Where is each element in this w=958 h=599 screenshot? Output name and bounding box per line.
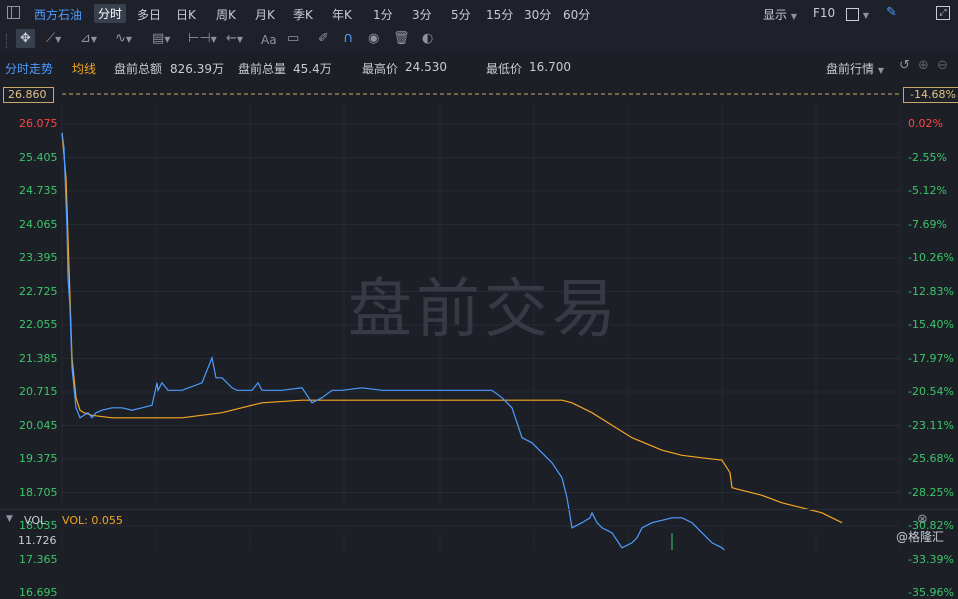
price-tick-label: 25.405 bbox=[19, 150, 58, 164]
pct-tick-label: -10.26% bbox=[908, 251, 954, 264]
top-pct-tag: -14.68% bbox=[903, 87, 958, 103]
pct-tick-label: -7.69% bbox=[908, 217, 947, 231]
pct-tick-label: -25.68% bbox=[908, 452, 954, 465]
volume-panel-header: ▼ VOL VOL: 0.055 ⊗ bbox=[0, 509, 958, 532]
pct-tick-label: -12.83% bbox=[908, 284, 954, 298]
pct-tick-label: -23.11% bbox=[908, 418, 954, 432]
volume-value: VOL: 0.055 bbox=[62, 514, 123, 527]
price-tick-label: 24.735 bbox=[19, 184, 58, 197]
price-tick-label: 18.705 bbox=[19, 485, 58, 499]
pct-tick-label: -35.96% bbox=[908, 586, 954, 599]
pct-tick-label: -20.54% bbox=[908, 385, 954, 398]
pct-tick-label: -17.97% bbox=[908, 351, 954, 365]
pct-tick-label: -2.55% bbox=[908, 150, 947, 164]
top-price-tag: 26.860 bbox=[3, 87, 54, 103]
price-tick-label: 21.385 bbox=[19, 351, 58, 365]
price-tick-label: 22.725 bbox=[19, 284, 58, 298]
price-tick-label: 22.055 bbox=[19, 318, 58, 331]
pct-tick-label: 0.02% bbox=[908, 117, 943, 130]
close-icon[interactable]: ⊗ bbox=[917, 512, 928, 527]
pct-tick-label: -28.25% bbox=[908, 485, 954, 499]
price-tick-label: 17.365 bbox=[19, 552, 58, 566]
price-tick-label: 19.375 bbox=[19, 452, 58, 465]
price-tick-label: 24.065 bbox=[19, 217, 58, 231]
price-tick-label: 20.045 bbox=[19, 418, 58, 432]
volume-label[interactable]: VOL bbox=[24, 514, 46, 527]
price-tick-label: 23.395 bbox=[19, 251, 58, 264]
price-tick-label: 20.715 bbox=[19, 385, 58, 398]
pct-tick-label: -5.12% bbox=[908, 184, 947, 197]
volume-axis-top: 11.726 bbox=[18, 534, 57, 547]
price-tick-label: 26.075 bbox=[19, 117, 58, 130]
price-tick-label: 16.695 bbox=[19, 586, 58, 599]
watermark: 盘前交易 bbox=[348, 273, 620, 347]
collapse-icon[interactable]: ▼ bbox=[6, 514, 13, 524]
pct-tick-label: -33.39% bbox=[908, 552, 954, 566]
pct-tick-label: -15.40% bbox=[908, 318, 954, 331]
brand-watermark: @格隆汇 bbox=[896, 530, 945, 544]
